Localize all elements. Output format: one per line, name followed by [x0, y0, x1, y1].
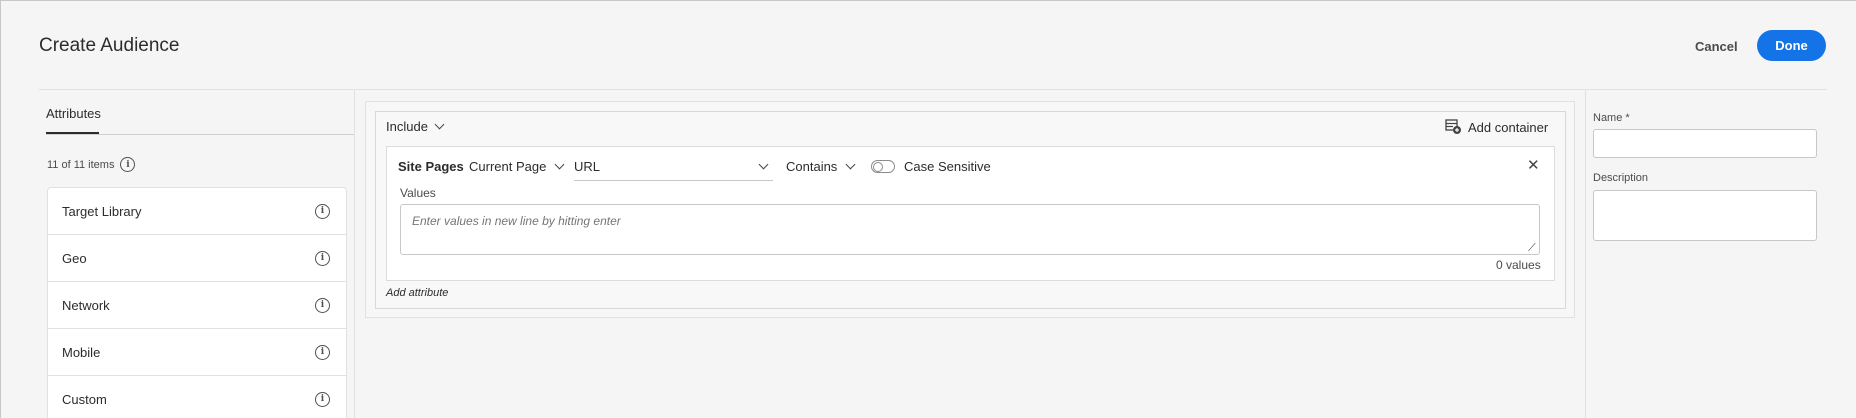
- attribute-item-label: Network: [62, 297, 110, 313]
- attribute-item-geo[interactable]: Geo i: [48, 235, 346, 282]
- chevron-down-icon: [554, 159, 565, 170]
- done-button[interactable]: Done: [1757, 30, 1826, 61]
- add-container-label: Add container: [1468, 119, 1549, 135]
- info-icon[interactable]: i: [315, 391, 330, 407]
- resize-handle-icon[interactable]: ⟋: [1528, 242, 1536, 255]
- attribute-item-network[interactable]: Network i: [48, 282, 346, 329]
- add-attribute-link[interactable]: Add attribute: [386, 287, 448, 299]
- attribute-item-label: Mobile: [62, 344, 101, 360]
- info-icon[interactable]: i: [120, 157, 136, 172]
- item-count-text: 11 of 11 items: [47, 158, 115, 171]
- chevron-down-icon: [434, 119, 445, 130]
- case-sensitive-label: Case Sensitive: [904, 159, 991, 174]
- attribute-item-target-library[interactable]: Target Library i: [48, 188, 346, 235]
- include-label: Include: [386, 119, 428, 134]
- attribute-item-mobile[interactable]: Mobile i: [48, 329, 346, 376]
- info-icon[interactable]: i: [315, 250, 330, 266]
- panel-divider-right: [1585, 90, 1586, 418]
- close-icon[interactable]: ✕: [1527, 156, 1540, 174]
- values-label: Values: [400, 186, 436, 200]
- add-container-icon: [1445, 119, 1461, 134]
- field-dropdown-value: URL: [574, 159, 601, 174]
- condition-category: Site Pages: [398, 159, 464, 174]
- operator-dropdown-value: Contains: [786, 159, 838, 174]
- attribute-list: Target Library i Geo i Network i Mobile …: [47, 187, 347, 418]
- page-dropdown[interactable]: Current Page: [469, 159, 565, 174]
- attribute-item-label: Target Library: [62, 203, 142, 219]
- page-title: Create Audience: [39, 35, 180, 56]
- attribute-item-label: Geo: [62, 250, 87, 266]
- info-icon[interactable]: i: [315, 297, 330, 313]
- page-dropdown-value: Current Page: [469, 159, 547, 174]
- panel-divider-left: [354, 90, 355, 418]
- field-dropdown[interactable]: URL: [574, 153, 773, 181]
- tab-divider: [46, 134, 355, 135]
- attribute-item-custom[interactable]: Custom i: [48, 376, 346, 418]
- description-label: Description: [1593, 172, 1649, 184]
- chevron-down-icon: [758, 159, 769, 170]
- description-field[interactable]: [1593, 190, 1817, 241]
- add-container-button[interactable]: Add container: [1445, 119, 1548, 135]
- case-sensitive-toggle[interactable]: [871, 160, 895, 173]
- name-label: Name *: [1593, 112, 1630, 124]
- cancel-button[interactable]: Cancel: [1681, 31, 1752, 61]
- values-count: 0 values: [1496, 258, 1541, 272]
- attribute-item-label: Custom: [62, 391, 107, 407]
- attributes-panel: Attributes 11 of 11 items i Target Libra…: [39, 90, 355, 418]
- tab-attributes[interactable]: Attributes: [46, 106, 101, 121]
- info-icon[interactable]: i: [315, 344, 330, 360]
- operator-dropdown[interactable]: Contains: [786, 159, 856, 174]
- values-input[interactable]: [400, 204, 1540, 255]
- name-field[interactable]: [1593, 129, 1817, 158]
- info-icon[interactable]: i: [315, 203, 330, 219]
- chevron-down-icon: [845, 159, 856, 170]
- item-count: 11 of 11 items i: [47, 157, 136, 172]
- include-dropdown[interactable]: Include: [386, 119, 445, 134]
